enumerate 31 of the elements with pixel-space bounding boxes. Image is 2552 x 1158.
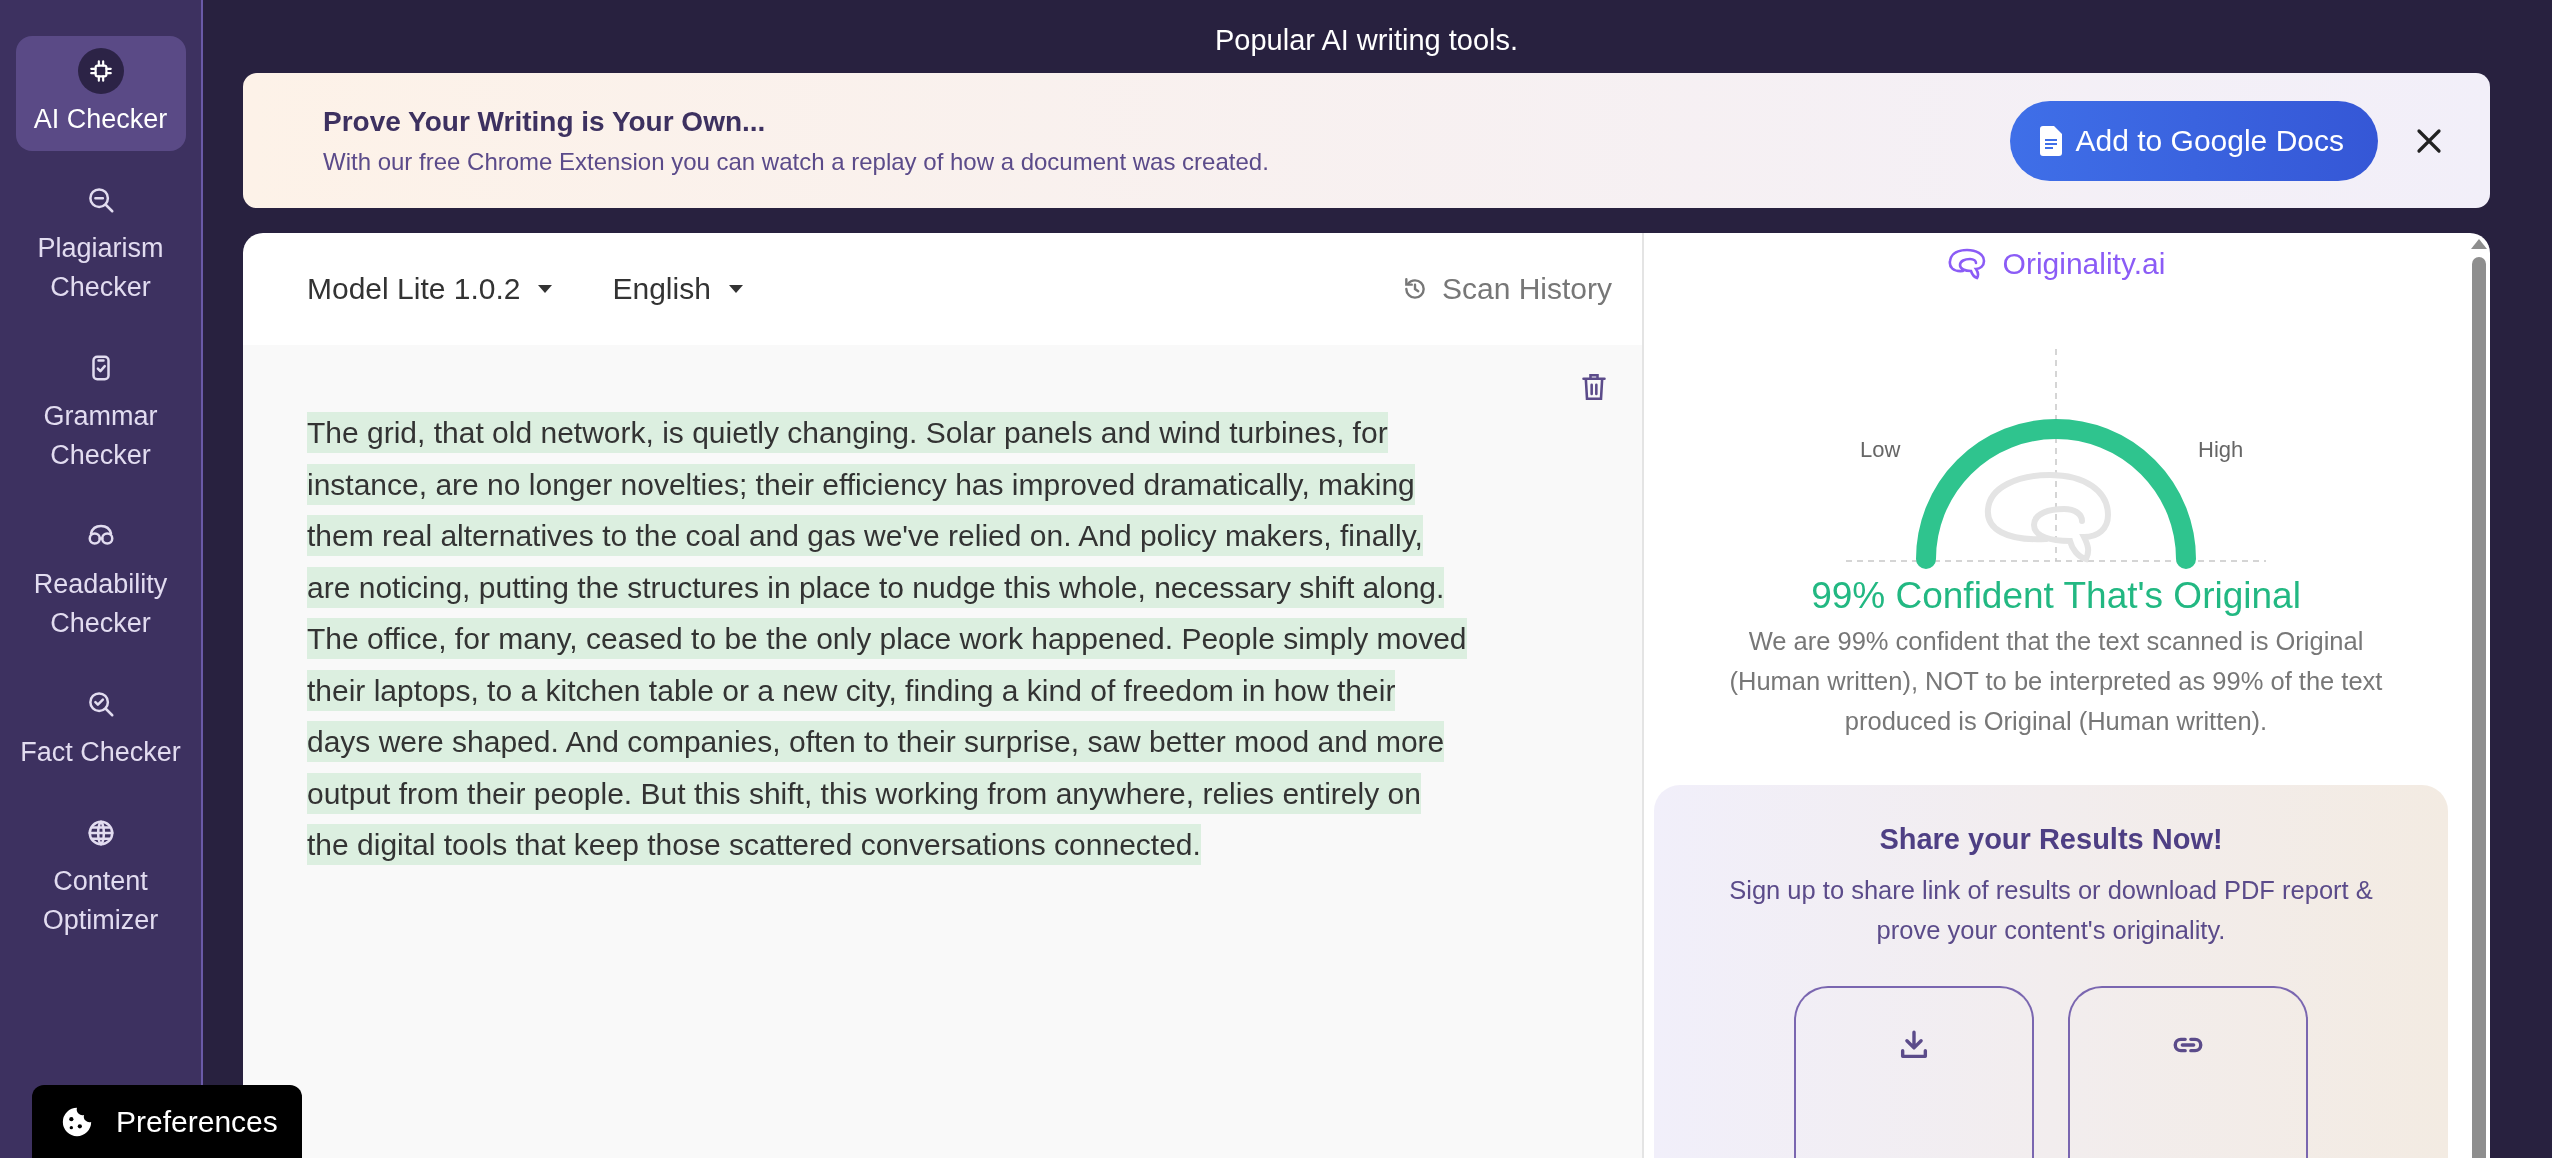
chip-icon <box>87 58 114 84</box>
caret-icon <box>538 285 553 293</box>
verdict-explanation: We are 99% confident that the text scanned is Original (Human written), NOT to be interpreted as 99% of the text produced is Original (Human written). <box>1728 626 2384 737</box>
sidebar-item[interactable]: Readability Checker <box>15 501 186 655</box>
trash-icon <box>1582 373 1606 401</box>
brand-name: Originality.ai <box>2002 247 2166 281</box>
page-title: Popular AI writing tools. <box>1214 23 1518 58</box>
share-text: Sign up to share link of results or download PDF report & prove your content's originality. <box>1728 875 2374 946</box>
banner-subtitle: With our free Chrome Extension you can watch a replay of how a document was created. <box>323 147 1270 176</box>
brain-logo-icon <box>1946 247 1987 281</box>
sidebar-item[interactable]: AI Checker <box>15 36 186 151</box>
delete-button[interactable] <box>1582 373 1606 401</box>
high-label: High <box>2198 437 2244 462</box>
preferences-button[interactable]: Preferences <box>32 1085 302 1158</box>
download-button[interactable] <box>1794 986 2034 1158</box>
model-dropdown[interactable]: Model Lite 1.0.2 <box>307 272 553 306</box>
low-label: Low <box>1860 437 1901 462</box>
add-to-docs-button[interactable]: Add to Google Docs <box>2009 100 2378 181</box>
sidebar-item[interactable]: Fact Checker <box>15 669 186 784</box>
scan-history-button[interactable]: Scan History <box>1401 272 1612 306</box>
share-title: Share your Results Now! <box>1879 823 2223 856</box>
caret-icon <box>728 285 743 293</box>
sidebar-item[interactable]: Plagiarism Checker <box>15 165 186 319</box>
banner-title: Prove Your Writing is Your Own... <box>323 105 767 138</box>
sidebar-item[interactable]: Content Optimizer <box>15 798 186 952</box>
language-dropdown[interactable]: English <box>612 272 743 306</box>
verdict-heading: 99% Confident That's Original <box>1811 575 2301 617</box>
document-icon <box>2039 125 2062 156</box>
sidebar-item[interactable]: Grammar Checker <box>15 333 186 487</box>
scroll-up-icon <box>2471 239 2487 249</box>
link-button[interactable] <box>2068 986 2308 1158</box>
